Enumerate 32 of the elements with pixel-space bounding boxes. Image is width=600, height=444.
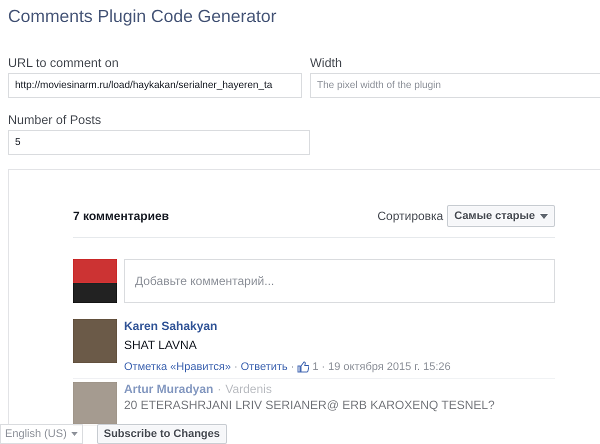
page-title: Comments Plugin Code Generator bbox=[7, 5, 278, 28]
field-label: Width bbox=[310, 55, 343, 72]
reply-link[interactable]: Ответить bbox=[240, 361, 288, 373]
subscribe-button[interactable]: Subscribe to Changes bbox=[96, 424, 227, 444]
sort-label: Сортировка bbox=[377, 209, 444, 223]
separator-dot: · bbox=[321, 361, 326, 373]
author-location: Vardenis bbox=[225, 382, 272, 396]
comment-text: SHAT LAVNA bbox=[124, 338, 198, 352]
thumbs-up-icon bbox=[297, 361, 310, 373]
photo-placeholder bbox=[73, 319, 117, 363]
language-dropdown[interactable]: English (US) bbox=[0, 424, 83, 444]
separator-dot: · bbox=[234, 361, 238, 373]
photo-placeholder bbox=[73, 382, 117, 426]
comment-text: 20 ETERASHRJANI LRIV SERIANER@ ERB KAROXENQ TESNEL? bbox=[124, 398, 495, 412]
width-field[interactable]: The pixel width of the plugin bbox=[310, 73, 600, 98]
caret-icon bbox=[540, 214, 548, 218]
separator-dot: · bbox=[217, 382, 222, 396]
field-label: URL to comment on bbox=[8, 55, 120, 72]
separator-dot: · bbox=[290, 361, 294, 373]
comment-date: 19 октября 2015 г. 15:26 bbox=[328, 361, 451, 373]
posts-field[interactable]: 5 bbox=[8, 130, 310, 155]
avatar-placeholder bbox=[73, 259, 117, 303]
author-link[interactable]: Artur Muradyan bbox=[124, 382, 214, 396]
field-label: Number of Posts bbox=[8, 112, 102, 129]
comment-input[interactable]: Добавьте комментарий... bbox=[124, 259, 555, 303]
like-link[interactable]: Отметка «Нравится» bbox=[124, 361, 231, 373]
url-field[interactable]: http://moviesinarm.ru/load/haykakan/serialner_hayeren_ta bbox=[8, 73, 302, 98]
comment-count: 7 комментариев bbox=[73, 209, 170, 223]
like-count: 1 bbox=[312, 361, 318, 373]
author-link[interactable]: Karen Sahakyan bbox=[124, 319, 218, 333]
sort-dropdown[interactable]: Самые старые bbox=[447, 205, 555, 227]
caret-icon bbox=[70, 432, 78, 436]
